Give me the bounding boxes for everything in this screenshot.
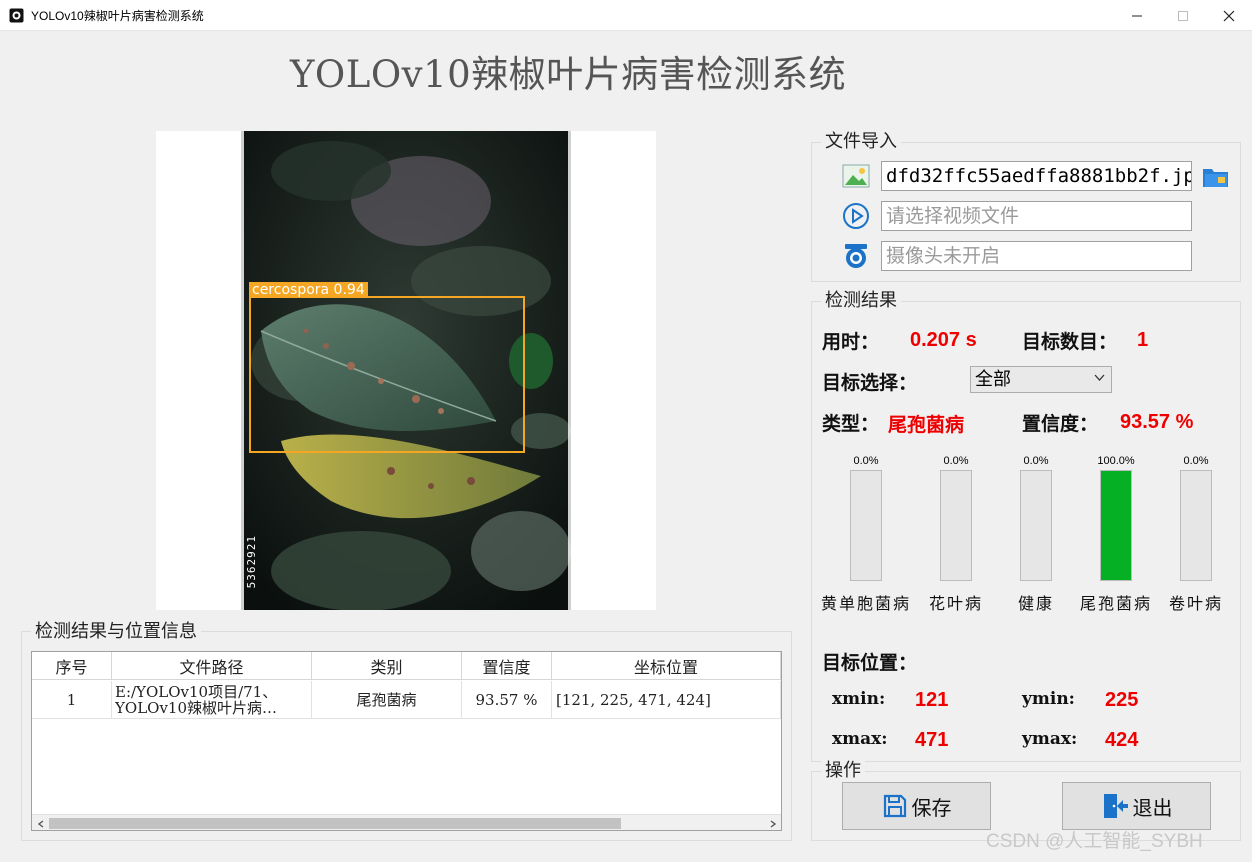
video-file-field[interactable]: 请选择视频文件 [881,201,1192,231]
video-play-icon[interactable] [842,202,870,230]
chevron-down-icon [1094,374,1105,381]
target-count-label: 目标数目： [1022,331,1118,353]
detection-box [249,296,525,453]
progress-bar-3 [1100,470,1132,581]
bar-percent-2: 0.0% [1023,455,1049,467]
type-label: 类型： [822,413,880,435]
maximize-icon [1178,10,1188,21]
time-value: 0.207 s [910,329,977,351]
window-title: YOLOv10辣椒叶片病害检测系统 [31,9,204,23]
horizontal-scrollbar[interactable] [32,814,781,830]
detection-label: cercospora 0.94 [249,282,368,298]
table-row-index[interactable]: 1 [32,681,112,719]
progress-bar-2 [1020,470,1052,581]
image-file-field[interactable]: dfd32ffc55aedffa8881bb2f.jpg [881,161,1192,191]
minimize-icon [1132,15,1142,16]
table-row-confidence[interactable]: 93.57 % [462,681,552,719]
camera-icon[interactable] [842,242,870,270]
exit-icon [1103,794,1128,818]
table-row-path-line2: YOLOv10辣椒叶片病… [115,700,278,716]
time-label: 用时： [822,331,880,353]
results-table-group-title: 检测结果与位置信息 [31,622,201,642]
scrollbar-thumb[interactable] [49,818,621,829]
table-row-path-line1: E:/YOLOv10项目/71、 [115,684,278,700]
minimize-button[interactable] [1114,0,1160,31]
xmax-label: xmax: [832,729,888,749]
target-select-dropdown[interactable]: 全部 [970,366,1112,393]
progress-bar-fill-3 [1101,471,1131,580]
bar-percent-0: 0.0% [853,455,879,467]
target-count-value: 1 [1137,329,1149,351]
xmin-label: xmin: [832,689,886,709]
ymin-label: ymin: [1022,689,1075,709]
image-file-icon[interactable] [842,162,870,190]
type-value: 尾孢菌病 [888,414,965,436]
xmin-value: 121 [915,689,949,711]
col-header-confidence[interactable]: 置信度 [462,652,552,680]
open-folder-icon[interactable] [1201,162,1231,190]
file-import-group-title: 文件导入 [821,132,901,152]
ymax-label: ymax: [1022,729,1078,749]
save-button-label: 保存 [911,795,952,820]
exit-button-label: 退出 [1132,795,1173,820]
progress-bar-1 [940,470,972,581]
target-select-label: 目标选择： [822,372,918,394]
progress-bar-0 [850,470,882,581]
col-header-path[interactable]: 文件路径 [112,652,312,680]
app-icon [9,8,24,23]
col-header-index[interactable]: 序号 [32,652,112,680]
bar-percent-1: 0.0% [943,455,969,467]
save-button[interactable]: 保存 [842,782,991,830]
ymin-value: 225 [1105,689,1139,711]
close-icon [1223,10,1235,21]
page-title: YOLOv10辣椒叶片病害检测系统 [290,53,847,96]
bar-percent-3: 100.0% [1097,455,1135,467]
exit-button[interactable]: 退出 [1062,782,1211,830]
ymax-value: 424 [1105,729,1139,751]
photo-id-text: 5362921 [245,535,258,589]
col-header-coords[interactable]: 坐标位置 [552,652,781,680]
bar-percent-4: 0.0% [1183,455,1209,467]
col-header-category[interactable]: 类别 [312,652,462,680]
maximize-button[interactable] [1160,0,1206,31]
table-row-path[interactable]: E:/YOLOv10项目/71、 YOLOv10辣椒叶片病… [112,681,312,719]
xmax-value: 471 [915,729,949,751]
bar-class-label-4: 卷叶病 [1168,594,1223,613]
watermark: CSDN @人工智能_SYBH [986,831,1203,852]
scroll-right-icon[interactable] [764,815,781,830]
operations-group-title: 操作 [821,761,865,781]
detection-result-group-title: 检测结果 [821,291,901,311]
results-table[interactable]: 序号 文件路径 类别 置信度 坐标位置 1 E:/YOLOv10项目/71、 Y… [31,651,782,831]
close-button[interactable] [1206,0,1252,31]
confidence-value: 93.57 % [1120,411,1194,433]
progress-bar-4 [1180,470,1212,581]
scroll-left-icon[interactable] [32,815,49,830]
target-position-label: 目标位置： [822,652,918,674]
target-select-value: 全部 [975,369,1011,390]
save-icon [883,794,906,818]
table-row-category[interactable]: 尾孢菌病 [312,681,462,719]
bar-class-label-0: 黄单胞菌病 [820,594,911,613]
camera-field[interactable]: 摄像头未开启 [881,241,1192,271]
confidence-label: 置信度： [1022,413,1099,435]
table-row-coords[interactable]: [121, 225, 471, 424] [552,681,781,719]
